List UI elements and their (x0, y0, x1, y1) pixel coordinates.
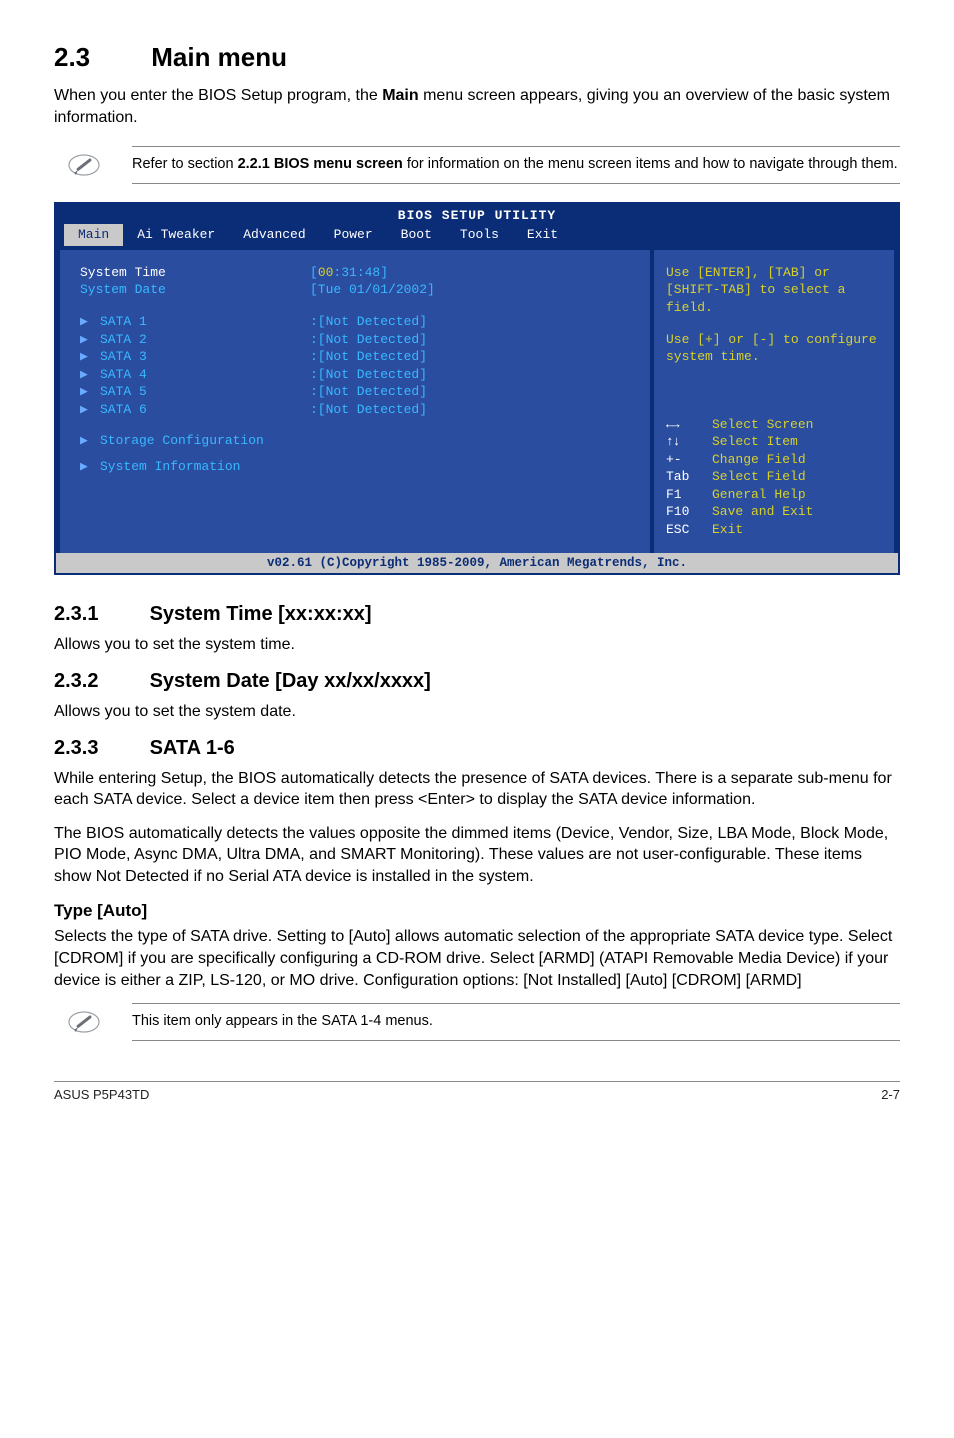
subsection-title: SATA 1-6 (150, 737, 235, 759)
bios-title: BIOS SETUP UTILITY (56, 204, 898, 225)
section-heading: 2.3 Main menu (54, 40, 900, 75)
triangle-icon: ▶ (80, 458, 90, 476)
bios-tab-tools[interactable]: Tools (446, 224, 513, 246)
subsection-heading: 2.3.1 System Time [xx:xx:xx] (54, 601, 900, 628)
bios-left-pane: System Time [00:31:48] System Date [Tue … (60, 250, 650, 553)
sata-value: :[Not Detected] (310, 383, 427, 401)
legend-text: Save and Exit (712, 503, 813, 521)
legend-key: +- (666, 451, 712, 469)
sata-label[interactable]: SATA 5 (100, 384, 147, 399)
system-time-label[interactable]: System Time (80, 264, 310, 282)
subsection-body-2: The BIOS automatically detects the value… (54, 823, 900, 888)
system-time-rest: :31:48] (333, 265, 388, 280)
page-footer: ASUS P5P43TD 2-7 (54, 1086, 900, 1104)
triangle-icon: ▶ (80, 383, 90, 401)
bios-copyright: v02.61 (C)Copyright 1985-2009, American … (56, 553, 898, 574)
legend-key: ESC (666, 521, 712, 539)
legend-key: Tab (666, 468, 712, 486)
bios-help-1: Use [ENTER], [TAB] or [SHIFT-TAB] to sel… (666, 264, 882, 317)
footer-divider (54, 1081, 900, 1082)
triangle-icon: ▶ (80, 401, 90, 419)
sata-value: :[Not Detected] (310, 348, 427, 366)
intro-paragraph: When you enter the BIOS Setup program, t… (54, 85, 900, 128)
pencil-icon (54, 146, 114, 182)
triangle-icon: ▶ (80, 432, 90, 450)
storage-configuration-item[interactable]: Storage Configuration (100, 433, 264, 448)
bios-right-pane: Use [ENTER], [TAB] or [SHIFT-TAB] to sel… (654, 250, 894, 553)
triangle-icon: ▶ (80, 348, 90, 366)
system-information-item[interactable]: System Information (100, 459, 240, 474)
bios-tab-advanced[interactable]: Advanced (229, 224, 319, 246)
triangle-icon: ▶ (80, 331, 90, 349)
system-date-value[interactable]: [Tue 01/01/2002] (310, 281, 435, 299)
bios-tab-power[interactable]: Power (320, 224, 387, 246)
inner-heading: Type [Auto] (54, 900, 900, 923)
sata-label[interactable]: SATA 4 (100, 367, 147, 382)
section-title-text: Main menu (151, 42, 287, 72)
sata-value: :[Not Detected] (310, 313, 427, 331)
note-text: Refer to section 2.2.1 BIOS menu screen … (132, 146, 900, 184)
legend-key: ←→ (666, 416, 712, 434)
note-text: This item only appears in the SATA 1-4 m… (132, 1003, 900, 1041)
bios-tab-aitweaker[interactable]: Ai Tweaker (123, 224, 229, 246)
bios-tab-main[interactable]: Main (64, 224, 123, 246)
subsection-number: 2.3.1 (54, 601, 144, 628)
section-number: 2.3 (54, 42, 90, 72)
note1-bold: 2.2.1 BIOS menu screen (238, 156, 403, 172)
legend-text: Select Item (712, 433, 798, 451)
bios-menubar: Main Ai Tweaker Advanced Power Boot Tool… (56, 224, 898, 250)
sata-label[interactable]: SATA 2 (100, 332, 147, 347)
bios-help-2: Use [+] or [-] to configure system time. (666, 331, 882, 366)
sata-value: :[Not Detected] (310, 401, 427, 419)
subsection-title: System Time [xx:xx:xx] (150, 603, 372, 625)
subsection-title: System Date [Day xx/xx/xxxx] (150, 670, 431, 692)
subsection-heading: 2.3.2 System Date [Day xx/xx/xxxx] (54, 668, 900, 695)
inner-body: Selects the type of SATA drive. Setting … (54, 926, 900, 991)
subsection-number: 2.3.3 (54, 735, 144, 762)
system-date-label[interactable]: System Date (80, 281, 310, 299)
note1-post: for information on the menu screen items… (403, 156, 898, 172)
legend-text: Select Field (712, 468, 806, 486)
system-time-value[interactable]: [00:31:48] (310, 264, 388, 282)
subsection-body: Allows you to set the system date. (54, 701, 900, 723)
footer-right: 2-7 (881, 1086, 900, 1104)
bios-body: System Time [00:31:48] System Date [Tue … (56, 250, 898, 553)
legend-text: General Help (712, 486, 806, 504)
sata-label[interactable]: SATA 3 (100, 349, 147, 364)
subsection-body-1: While entering Setup, the BIOS automatic… (54, 768, 900, 811)
footer-left: ASUS P5P43TD (54, 1086, 149, 1104)
bracket-open: [ (310, 265, 318, 280)
note-block: Refer to section 2.2.1 BIOS menu screen … (54, 146, 900, 184)
bios-screenshot: BIOS SETUP UTILITY Main Ai Tweaker Advan… (54, 202, 900, 576)
legend-key: ↑↓ (666, 433, 712, 451)
bios-tab-boot[interactable]: Boot (387, 224, 446, 246)
note-block: This item only appears in the SATA 1-4 m… (54, 1003, 900, 1041)
intro-pre: When you enter the BIOS Setup program, t… (54, 87, 382, 104)
triangle-icon: ▶ (80, 366, 90, 384)
sata-label[interactable]: SATA 6 (100, 402, 147, 417)
legend-text: Select Screen (712, 416, 813, 434)
legend-text: Exit (712, 521, 743, 539)
note1-pre: Refer to section (132, 156, 238, 172)
legend-key: F1 (666, 486, 712, 504)
pencil-icon (54, 1003, 114, 1039)
sata-value: :[Not Detected] (310, 331, 427, 349)
subsection-body: Allows you to set the system time. (54, 634, 900, 656)
triangle-icon: ▶ (80, 313, 90, 331)
bios-tab-exit[interactable]: Exit (513, 224, 572, 246)
subsection-heading: 2.3.3 SATA 1-6 (54, 735, 900, 762)
sata-label[interactable]: SATA 1 (100, 314, 147, 329)
legend-key: F10 (666, 503, 712, 521)
subsection-number: 2.3.2 (54, 668, 144, 695)
intro-bold: Main (382, 87, 418, 104)
system-time-hh: 00 (318, 265, 334, 280)
sata-value: :[Not Detected] (310, 366, 427, 384)
legend-text: Change Field (712, 451, 806, 469)
